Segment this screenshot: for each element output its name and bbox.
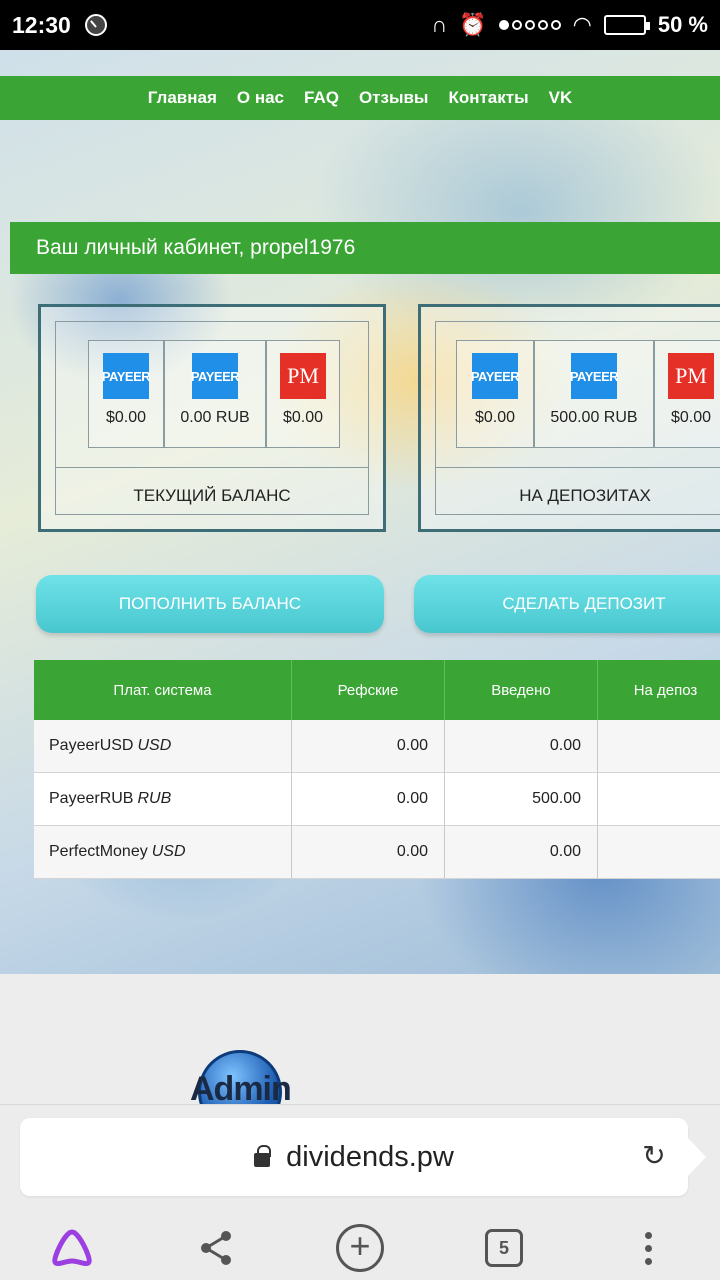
entered-cell: 0.00 — [445, 826, 598, 878]
share-icon[interactable] — [191, 1223, 241, 1273]
address-bar[interactable]: dividends.pw ↻ — [20, 1118, 706, 1196]
browser-toolbar: dividends.pw ↻ + 5 — [0, 1104, 720, 1280]
table-header: Плат. система Рефские Введено На депоз — [34, 660, 720, 720]
battery-icon — [603, 15, 650, 35]
make-deposit-button[interactable]: СДЕЛАТЬ ДЕПОЗИТ — [414, 575, 720, 633]
deposit-cell — [598, 826, 720, 878]
table-row: PayeerRUB RUB 0.00 500.00 — [34, 773, 720, 826]
alarm-icon: ⏰ — [459, 12, 487, 37]
column-header: Плат. система — [34, 660, 292, 720]
current-balance-panel: PAYEER $0.00 PAYEER 0.00 RUB PM $0.00 ТЕ… — [38, 304, 386, 532]
panel-inner: PAYEER $0.00 PAYEER 500.00 RUB PM $0.00 … — [435, 321, 720, 515]
balance-amount: $0.00 — [105, 409, 147, 426]
page-content[interactable]: Главная О нас FAQ Отзывы Контакты VK Ваш… — [0, 50, 720, 974]
deposit-cell-payeer-rub: PAYEER 500.00 RUB — [534, 340, 654, 448]
perfect-money-logo-icon: PM — [668, 353, 714, 399]
system-cell: PerfectMoney USD — [34, 826, 292, 878]
panel-caption: НА ДЕПОЗИТАХ — [436, 467, 720, 523]
battery-percent: 50 % — [657, 12, 708, 37]
payeer-logo-icon: PAYEER — [191, 353, 240, 399]
deposit-cells: PAYEER $0.00 PAYEER 500.00 RUB PM $0.00 — [456, 340, 720, 448]
table-row: PerfectMoney USD 0.00 0.00 — [34, 826, 720, 879]
system-name: PayeerRUB — [49, 790, 134, 807]
balance-cell-payeer-rub: PAYEER 0.00 RUB — [164, 340, 266, 448]
top-nav: Главная О нас FAQ Отзывы Контакты VK — [0, 76, 720, 120]
payeer-logo-icon: PAYEER — [471, 353, 520, 399]
payeer-logo-icon: PAYEER — [102, 353, 151, 399]
system-currency: RUB — [137, 790, 172, 807]
status-time: 12:30 — [12, 11, 71, 38]
signal-icon — [498, 20, 561, 30]
ref-cell: 0.00 — [292, 826, 445, 878]
wifi-icon: ◠ — [572, 12, 592, 37]
lock-icon — [254, 1145, 272, 1167]
nav-item-reviews[interactable]: Отзывы — [359, 88, 429, 108]
deposit-cell — [598, 720, 720, 772]
nav-item-contacts[interactable]: Контакты — [448, 88, 528, 108]
tabs-count-icon: 5 — [485, 1229, 523, 1267]
ref-cell: 0.00 — [292, 720, 445, 772]
system-cell: PayeerRUB RUB — [34, 773, 292, 825]
nav-item-faq[interactable]: FAQ — [304, 88, 339, 108]
menu-button[interactable] — [623, 1223, 673, 1273]
alice-assistant-icon[interactable] — [47, 1223, 97, 1273]
top-up-balance-button[interactable]: ПОПОЛНИТЬ БАЛАНС — [36, 575, 384, 633]
admin-logo: Admin — [190, 1048, 290, 1104]
deposits-panel: PAYEER $0.00 PAYEER 500.00 RUB PM $0.00 … — [418, 304, 720, 532]
payeer-logo-icon: PAYEER — [570, 353, 619, 399]
balance-cell-payeer-usd: PAYEER $0.00 — [88, 340, 164, 448]
nav-item-home[interactable]: Главная — [148, 88, 217, 108]
nav-item-about[interactable]: О нас — [237, 88, 284, 108]
balance-amount: 0.00 RUB — [180, 409, 250, 426]
admin-logo-text: Admin — [190, 1070, 290, 1104]
balance-cell-pm-usd: PM $0.00 — [266, 340, 340, 448]
reload-icon[interactable]: ↻ — [640, 1142, 668, 1170]
more-vertical-icon — [644, 1231, 652, 1265]
clock-icon — [84, 14, 107, 36]
column-header: Введено — [445, 660, 598, 720]
payment-systems-table: Плат. система Рефские Введено На депоз P… — [34, 660, 720, 879]
table-row: PayeerUSD USD 0.00 0.00 — [34, 720, 720, 773]
deposit-amount: 500.00 RUB — [550, 409, 638, 426]
system-name: PerfectMoney — [49, 843, 148, 860]
balance-cells: PAYEER $0.00 PAYEER 0.00 RUB PM $0.00 — [88, 340, 340, 448]
balance-amount: $0.00 — [282, 409, 324, 426]
entered-cell: 500.00 — [445, 773, 598, 825]
deposit-amount: $0.00 — [474, 409, 516, 426]
nav-item-vk[interactable]: VK — [549, 88, 573, 108]
system-cell: PayeerUSD USD — [34, 720, 292, 772]
cabinet-title-bar: Ваш личный кабинет, propel1976 — [10, 222, 720, 274]
panel-inner: PAYEER $0.00 PAYEER 0.00 RUB PM $0.00 ТЕ… — [55, 321, 369, 515]
panel-caption: ТЕКУЩИЙ БАЛАНС — [56, 467, 368, 523]
system-name: PayeerUSD — [49, 737, 134, 754]
deposit-amount: $0.00 — [670, 409, 712, 426]
system-currency: USD — [137, 737, 172, 754]
tabs-button[interactable]: 5 — [479, 1223, 529, 1273]
url-text[interactable]: dividends.pw — [286, 1141, 454, 1174]
ref-cell: 0.00 — [292, 773, 445, 825]
browser-nav-bar: + 5 — [0, 1215, 720, 1280]
system-currency: USD — [151, 843, 186, 860]
column-header: Рефские — [292, 660, 445, 720]
entered-cell: 0.00 — [445, 720, 598, 772]
new-tab-button[interactable]: + — [335, 1223, 385, 1273]
perfect-money-logo-icon: PM — [280, 353, 326, 399]
deposit-cell — [598, 773, 720, 825]
deposit-cell-payeer-usd: PAYEER $0.00 — [456, 340, 534, 448]
column-header: На депоз — [598, 660, 720, 720]
headphones-icon: ∩ — [431, 12, 448, 37]
table-body: PayeerUSD USD 0.00 0.00 PayeerRUB RUB 0.00… — [34, 720, 720, 879]
page-title: Ваш личный кабинет, propel1976 — [36, 236, 356, 259]
deposit-cell-pm-usd: PM $0.00 — [654, 340, 720, 448]
plus-icon: + — [336, 1224, 384, 1272]
status-bar: 12:30 ∩ ⏰ ◠ 50 % — [0, 0, 720, 50]
